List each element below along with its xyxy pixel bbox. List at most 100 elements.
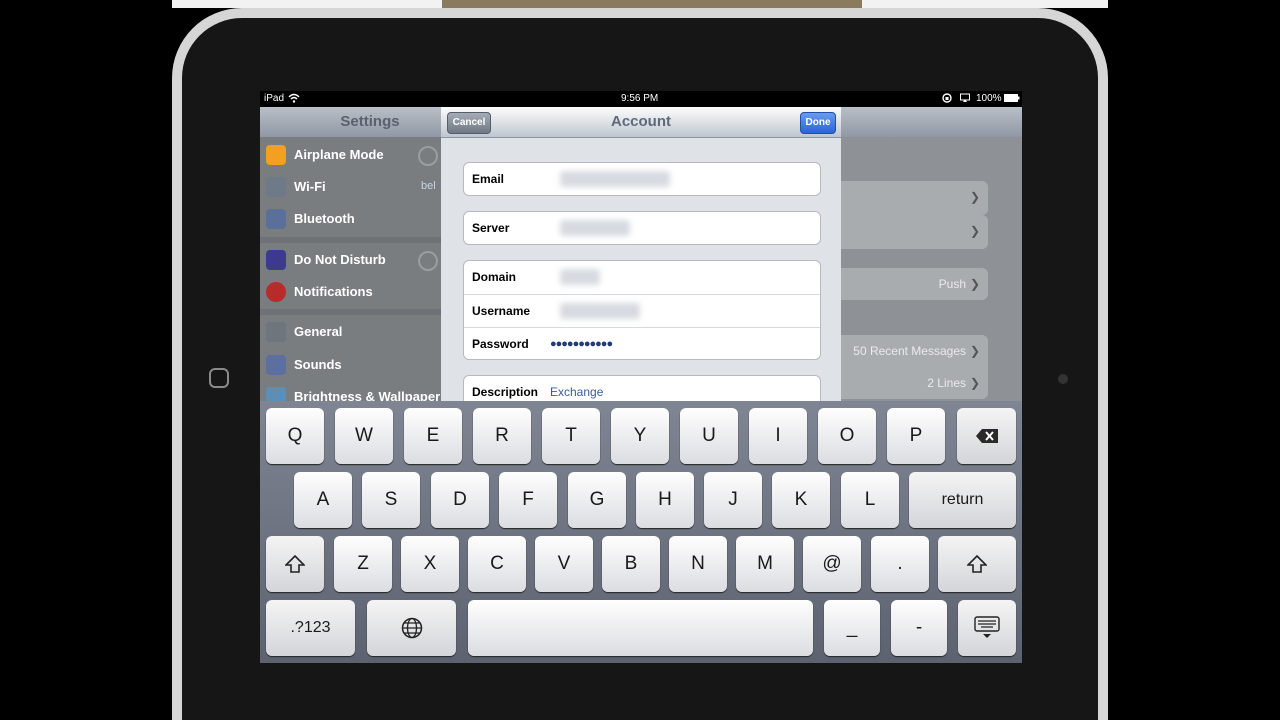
moon-icon	[266, 250, 286, 270]
key-f[interactable]: F	[499, 472, 557, 528]
airplay-icon	[960, 93, 970, 106]
username-field[interactable]: Username	[464, 294, 820, 327]
globe-icon	[401, 617, 422, 639]
key-e[interactable]: E	[404, 408, 462, 464]
orientation-lock-icon	[942, 93, 952, 106]
password-field[interactable]: Password ●●●●●●●●●●●	[464, 327, 820, 360]
key-g[interactable]: G	[568, 472, 626, 528]
password-value: ●●●●●●●●●●●	[550, 338, 613, 350]
key-q[interactable]: Q	[266, 408, 324, 464]
key-dash[interactable]: -	[891, 600, 947, 656]
key-z[interactable]: Z	[334, 536, 392, 592]
server-field[interactable]: Server	[464, 212, 820, 244]
description-label: Description	[472, 385, 539, 399]
camera-icon	[1058, 374, 1068, 384]
server-group: Server	[463, 211, 821, 245]
key-h[interactable]: H	[636, 472, 694, 528]
domain-value-redacted	[560, 269, 600, 285]
preview-lines-value: 2 Lines	[927, 376, 966, 390]
key-j[interactable]: J	[704, 472, 762, 528]
detail-group-mail: 50 Recent Messages ❯ 2 Lines ❯	[820, 335, 988, 399]
key-period[interactable]: .	[871, 536, 929, 592]
detail-header	[840, 107, 1022, 137]
detail-row-show[interactable]: 50 Recent Messages ❯	[820, 335, 988, 367]
key-p[interactable]: P	[887, 408, 945, 464]
detail-row-account[interactable]: ❯	[820, 181, 988, 215]
status-bar: iPad 9:56 PM 100%	[260, 91, 1022, 107]
domain-label: Domain	[472, 270, 517, 284]
key-a[interactable]: A	[294, 472, 352, 528]
key-x[interactable]: X	[401, 536, 459, 592]
show-messages-value: 50 Recent Messages	[853, 344, 966, 358]
username-value-redacted	[560, 303, 640, 319]
video-thumbnail	[442, 0, 862, 8]
domain-field[interactable]: Domain	[464, 261, 820, 293]
notifications-icon	[266, 282, 286, 302]
do-not-disturb-toggle[interactable]	[418, 251, 438, 271]
key-r[interactable]: R	[473, 408, 531, 464]
key-k[interactable]: K	[772, 472, 830, 528]
hide-keyboard-key[interactable]	[958, 600, 1016, 656]
key-l[interactable]: L	[841, 472, 899, 528]
key-at[interactable]: @	[803, 536, 861, 592]
shift-icon	[966, 554, 988, 573]
speaker-icon	[266, 355, 286, 375]
onscreen-keyboard: Q W E R T Y U I O P A S D F G H J K L re…	[260, 401, 1022, 663]
wifi-icon	[266, 177, 286, 197]
chevron-right-icon: ❯	[969, 344, 980, 358]
cancel-button[interactable]: Cancel	[447, 112, 491, 134]
key-d[interactable]: D	[431, 472, 489, 528]
key-v[interactable]: V	[535, 536, 593, 592]
key-b[interactable]: B	[602, 536, 660, 592]
key-underscore[interactable]: _	[824, 600, 880, 656]
wifi-network-value: bel	[421, 180, 436, 192]
email-field[interactable]: Email	[464, 163, 820, 195]
key-m[interactable]: M	[736, 536, 794, 592]
wifi-icon	[288, 93, 300, 106]
airplane-icon	[266, 145, 286, 165]
description-group: Description Exchange	[463, 375, 821, 401]
home-button[interactable]	[209, 368, 229, 388]
backspace-key[interactable]	[957, 408, 1016, 464]
chevron-right-icon: ❯	[969, 376, 980, 390]
account-modal: Account Cancel Done Email Server Domain …	[441, 107, 841, 401]
battery-icon	[1004, 93, 1020, 106]
chevron-right-icon: ❯	[969, 190, 980, 204]
shift-left-key[interactable]	[266, 536, 324, 592]
space-bar[interactable]	[468, 600, 813, 656]
key-t[interactable]: T	[542, 408, 600, 464]
key-c[interactable]: C	[468, 536, 526, 592]
fetch-value: Push	[938, 277, 966, 291]
email-value-redacted	[560, 171, 670, 187]
battery-percent: 100%	[976, 93, 1002, 104]
airplane-toggle[interactable]	[418, 146, 438, 166]
detail-row-account-info[interactable]: ❯	[820, 215, 988, 249]
key-i[interactable]: I	[749, 408, 807, 464]
key-y[interactable]: Y	[611, 408, 669, 464]
status-time: 9:56 PM	[621, 93, 659, 104]
credentials-group: Domain Username Password ●●●●●●●●●●●	[463, 260, 821, 360]
key-n[interactable]: N	[669, 536, 727, 592]
description-field[interactable]: Description Exchange	[464, 376, 820, 401]
email-group: Email	[463, 162, 821, 196]
numbers-key[interactable]: .?123	[266, 600, 355, 656]
email-label: Email	[472, 172, 505, 186]
shift-right-key[interactable]	[938, 536, 1016, 592]
hide-keyboard-icon	[974, 616, 1000, 638]
chevron-right-icon: ❯	[969, 277, 980, 291]
device-label: iPad	[264, 93, 285, 104]
ipad-screen: iPad 9:56 PM 100% Settings Airplane Mode…	[260, 91, 1022, 663]
key-s[interactable]: S	[362, 472, 420, 528]
key-w[interactable]: W	[335, 408, 393, 464]
detail-row-preview[interactable]: 2 Lines ❯	[820, 367, 988, 399]
return-key[interactable]: return	[909, 472, 1016, 528]
gear-icon	[266, 322, 286, 342]
globe-key[interactable]	[367, 600, 456, 656]
key-u[interactable]: U	[680, 408, 738, 464]
password-label: Password	[472, 337, 529, 351]
done-button[interactable]: Done	[800, 112, 836, 134]
detail-row-fetch[interactable]: Push ❯	[820, 268, 988, 300]
server-value-redacted	[560, 220, 630, 236]
shift-icon	[284, 554, 306, 573]
key-o[interactable]: O	[818, 408, 876, 464]
